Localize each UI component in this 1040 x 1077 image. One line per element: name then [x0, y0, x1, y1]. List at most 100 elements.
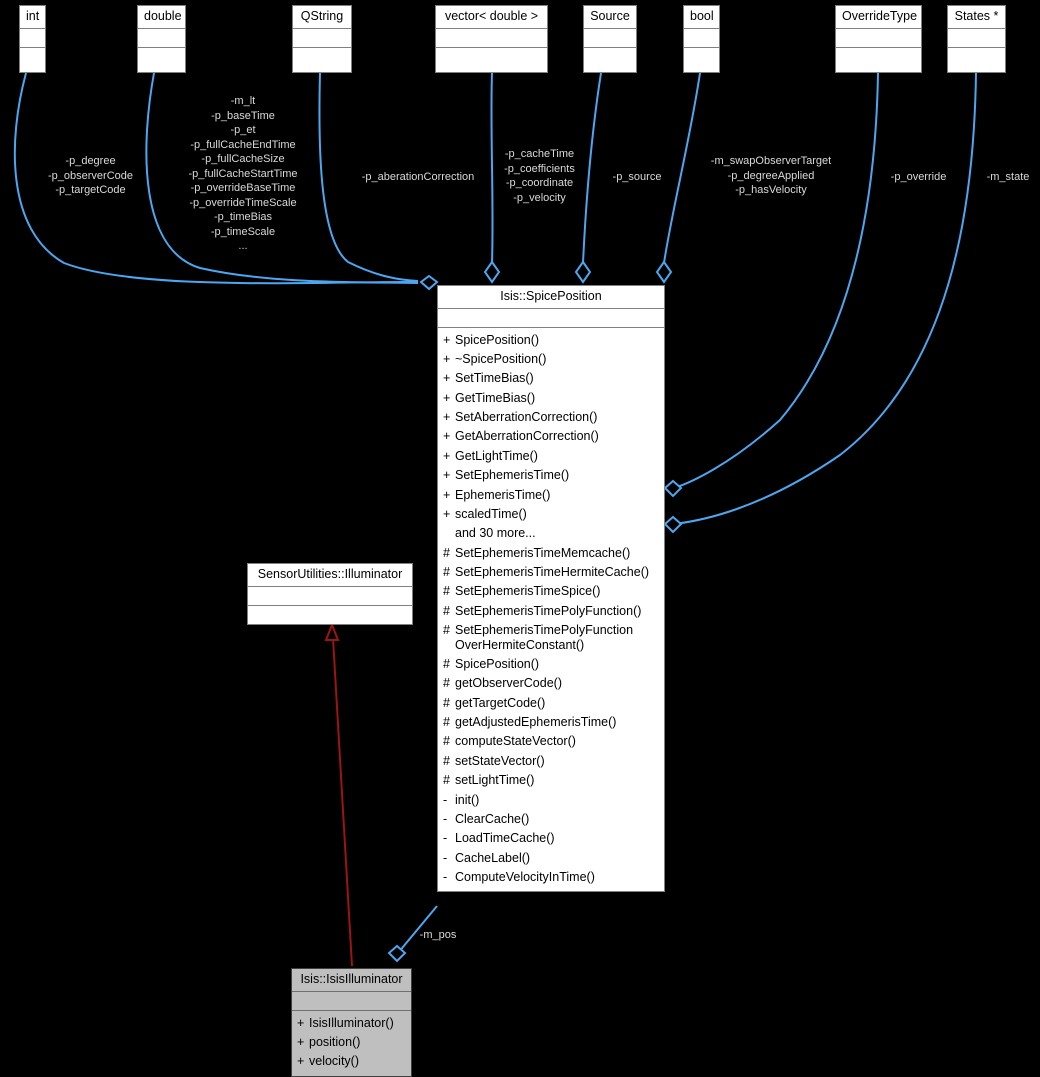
class-member-visibility [443, 526, 455, 540]
class-member-row: and 30 more... [438, 524, 664, 543]
class-node-vector-double-methods [436, 48, 547, 73]
class-member-row: + GetLightTime() [438, 447, 664, 466]
class-member-row: # SetEphemerisTimePolyFunction OverHermit… [438, 621, 664, 655]
class-member-visibility: # [443, 565, 450, 579]
class-member-row: + velocity() [292, 1052, 411, 1071]
class-member-row: + ~SpicePosition() [438, 350, 664, 369]
class-node-illuminator-attributes [248, 587, 412, 606]
class-member-signature: getTargetCode() [455, 695, 546, 710]
uml-diagram-canvas: -p_degree -p_observerCode -p_targetCode … [0, 0, 1040, 1077]
class-member-signature: CacheLabel() [455, 850, 531, 865]
class-node-spiceposition-methods: + SpicePosition() + ~SpicePosition() + SetTim… [438, 328, 664, 892]
class-member-visibility: + [443, 351, 451, 366]
class-member-visibility: + [443, 506, 451, 521]
class-node-qstring-methods [293, 48, 351, 73]
class-node-double[interactable]: double [137, 5, 186, 73]
class-node-isisilluminator-methods: + IsisIlluminator() + position() + velocity() [292, 1011, 411, 1076]
class-member-signature: EphemerisTime() [455, 487, 551, 502]
class-member-visibility: + [443, 332, 451, 347]
class-node-illuminator-title: SensorUtilities::Illuminator [248, 564, 412, 587]
class-member-row: + GetTimeBias() [438, 389, 664, 408]
class-member-row: + position() [292, 1033, 411, 1052]
class-node-illuminator-methods [248, 606, 412, 631]
class-member-row: + EphemerisTime() [438, 486, 664, 505]
class-member-row: + SetAberrationCorrection() [438, 408, 664, 427]
class-member-row: # getTargetCode() [438, 694, 664, 713]
edge-label-qstring-field: -p_aberationCorrection [361, 171, 475, 183]
class-node-overridetype-title: OverrideType [836, 6, 921, 29]
class-member-row: # getObserverCode() [438, 674, 664, 693]
class-member-row: + SetTimeBias() [438, 369, 664, 388]
class-member-signature: GetAberrationCorrection() [455, 429, 599, 444]
class-member-visibility: # [443, 545, 450, 560]
class-member-visibility: # [443, 676, 450, 691]
class-member-signature: scaledTime() [455, 506, 527, 521]
class-member-signature: SetEphemerisTimePolyFunction OverHermite… [455, 623, 634, 652]
aggregation-diamond-states [663, 515, 683, 534]
class-node-overridetype-methods [836, 48, 921, 73]
edge-label-m-pos-field: -m_pos [419, 929, 457, 941]
class-member-signature: ~SpicePosition() [455, 351, 547, 366]
class-member-row: # SetEphemerisTimeHermiteCache() [438, 563, 664, 582]
class-node-states-ptr-title: States * [948, 6, 1005, 29]
class-node-overridetype-attributes [836, 29, 921, 48]
class-node-int-title: int [20, 6, 45, 29]
class-node-qstring[interactable]: QString [292, 5, 352, 73]
class-node-qstring-title: QString [293, 6, 351, 29]
class-member-signature: SetAberrationCorrection() [455, 410, 598, 424]
aggregation-diamond-vectordouble [483, 260, 501, 284]
class-member-visibility: # [443, 715, 450, 729]
edge-label-overridetype-field: -p_override [890, 171, 947, 183]
class-node-int-attributes [20, 29, 45, 48]
class-member-visibility: + [443, 371, 451, 386]
class-member-visibility: + [297, 1034, 305, 1049]
class-node-source-attributes [584, 29, 636, 48]
class-member-signature: ComputeVelocityInTime() [455, 870, 595, 884]
class-node-illuminator[interactable]: SensorUtilities::Illuminator [247, 563, 413, 625]
class-member-signature: setLightTime() [455, 773, 535, 788]
edge-illuminator-isisilluminator [324, 622, 353, 967]
class-member-signature: GetTimeBias() [455, 390, 536, 405]
class-member-visibility: - [443, 811, 448, 826]
class-node-vector-double[interactable]: vector< double > [435, 5, 548, 73]
class-node-states-ptr[interactable]: States * [947, 5, 1006, 73]
aggregation-diamond-m-pos [387, 944, 407, 963]
class-node-isisilluminator[interactable]: Isis::IsisIlluminator + IsisIlluminator()… [291, 968, 412, 1077]
class-member-visibility: # [443, 623, 450, 638]
class-member-visibility: # [443, 656, 450, 671]
class-member-row: - ClearCache() [438, 810, 664, 829]
edge-label-states-field: -m_state [986, 171, 1030, 183]
class-member-signature: GetLightTime() [455, 448, 538, 463]
class-member-visibility: + [443, 468, 451, 483]
edge-label-vector-double-fields: -p_cacheTime -p_coefficients -p_coordina… [504, 148, 575, 204]
class-member-row: + IsisIlluminator() [292, 1014, 411, 1033]
class-node-source[interactable]: Source [583, 5, 637, 73]
class-member-signature: position() [309, 1034, 361, 1049]
class-member-visibility: - [443, 831, 448, 846]
class-member-signature: SetEphemerisTimeSpice() [455, 584, 601, 599]
class-node-int-methods [20, 48, 45, 73]
edge-label-int-fields: -p_degree -p_observerCode -p_targetCode [48, 155, 133, 196]
class-member-signature: SetEphemerisTime() [455, 468, 570, 483]
class-member-row: # getAdjustedEphemerisTime() [438, 713, 664, 732]
class-member-signature: SpicePosition() [455, 656, 540, 671]
class-node-states-ptr-methods [948, 48, 1005, 73]
class-member-visibility: - [443, 870, 448, 884]
aggregation-diamond-left [419, 274, 439, 291]
class-node-bool[interactable]: bool [683, 5, 720, 73]
class-member-visibility: # [443, 584, 450, 599]
edge-bool-spiceposition [663, 72, 701, 264]
aggregation-diamond-overridetype [663, 479, 683, 498]
class-member-row: # SetEphemerisTimeMemcache() [438, 544, 664, 563]
class-member-signature: SetEphemerisTimeHermiteCache() [455, 565, 650, 579]
class-member-signature: LoadTimeCache() [455, 831, 555, 846]
class-member-signature: setStateVector() [455, 753, 545, 768]
class-node-bool-methods [684, 48, 719, 73]
class-node-int[interactable]: int [19, 5, 46, 73]
class-member-row: # SpicePosition() [438, 655, 664, 674]
class-node-spiceposition[interactable]: Isis::SpicePosition + SpicePosition() + ~Sp… [437, 285, 665, 893]
class-node-vector-double-title: vector< double > [436, 6, 547, 29]
class-member-row: # SetEphemerisTimeSpice() [438, 582, 664, 601]
class-node-overridetype[interactable]: OverrideType [835, 5, 922, 73]
class-member-signature: ClearCache() [455, 811, 530, 826]
